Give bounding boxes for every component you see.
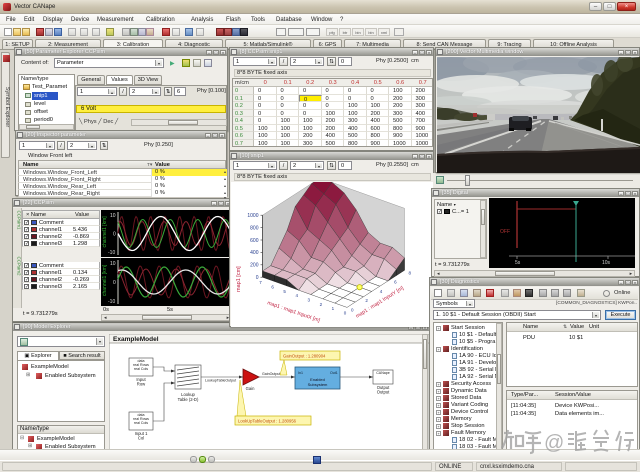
svg-text:OFF: OFF (500, 229, 510, 235)
svg-text:LookupTableOutput: LookupTableOutput (205, 379, 236, 383)
svg-text:@: @ (544, 432, 564, 454)
svg-text:10: 10 (110, 261, 116, 267)
svg-text:10: 10 (110, 213, 116, 219)
svg-text:800: 800 (250, 225, 259, 231)
svg-text:Out1: Out1 (330, 371, 338, 375)
svg-text:channel1 [km]: channel1 [km] (102, 264, 108, 296)
svg-text:GainOutput : 1.280904: GainOutput : 1.280904 (283, 354, 326, 359)
svg-text:-10: -10 (108, 299, 115, 305)
svg-text:LookUpTableOutput : 1.280956: LookUpTableOutput : 1.280956 (238, 419, 297, 424)
svg-text:5s: 5s (515, 260, 521, 266)
svg-text:map1 [cm]: map1 [cm] (236, 266, 242, 292)
svg-text:real Cols: real Cols (134, 421, 148, 425)
svg-text:0: 0 (113, 232, 116, 238)
svg-text:GainOutput: GainOutput (262, 372, 280, 376)
svg-text:1000: 1000 (247, 213, 258, 219)
svg-text:Output: Output (377, 390, 390, 395)
svg-text:Col: Col (138, 436, 144, 441)
svg-text:10s: 10s (602, 260, 611, 266)
svg-text:channel1 [km]: channel1 [km] (102, 216, 108, 248)
svg-text:400: 400 (250, 250, 259, 256)
svg-text:0: 0 (113, 280, 116, 286)
svg-text:CANape: CANape (376, 371, 390, 375)
svg-text:-10: -10 (108, 250, 115, 256)
svg-text:ExampleModel: ExampleModel (113, 336, 159, 343)
svg-text:In1: In1 (298, 371, 303, 375)
svg-text:Subsystem: Subsystem (308, 382, 328, 387)
svg-text:600: 600 (250, 238, 259, 244)
svg-text:real Cols: real Cols (134, 367, 148, 371)
svg-text:200: 200 (250, 263, 259, 269)
svg-text:Row: Row (137, 382, 146, 387)
svg-text:Gain: Gain (246, 386, 256, 391)
svg-text:Table (2-D): Table (2-D) (178, 397, 199, 402)
